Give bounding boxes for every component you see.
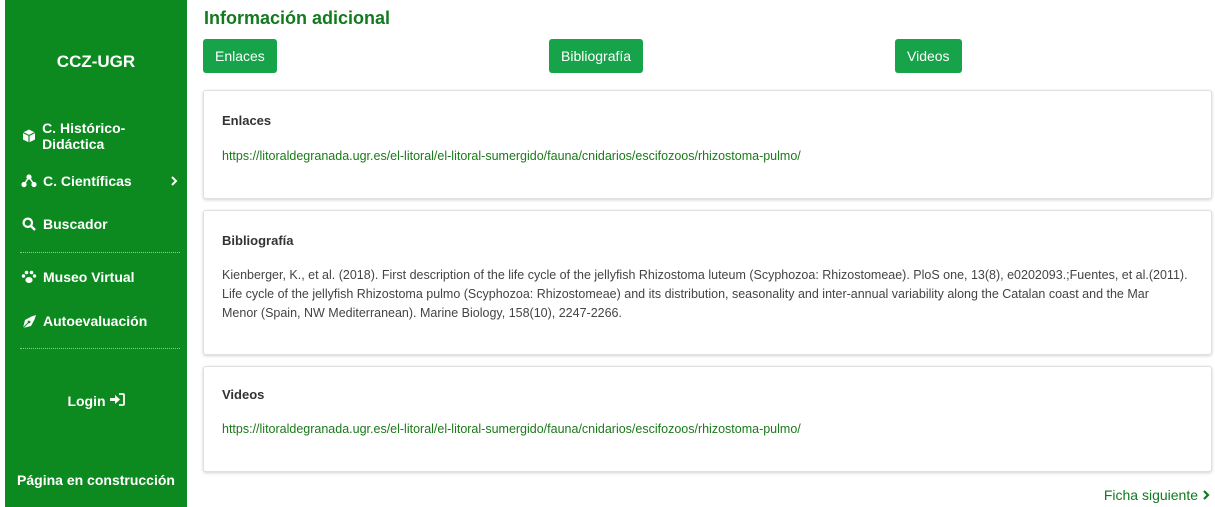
sidebar-item-buscador[interactable]: Buscador bbox=[20, 213, 180, 235]
sidebar-item-label: Autoevaluación bbox=[43, 313, 148, 329]
bibliografia-text: Kienberger, K., et al. (2018). First des… bbox=[222, 266, 1197, 323]
sidebar: CCZ-UGR C. Histórico-Didáctica C. Cientí… bbox=[5, 0, 187, 507]
sidebar-item-label: Museo Virtual bbox=[43, 269, 135, 285]
videos-link[interactable]: https://litoraldegranada.ugr.es/el-litor… bbox=[222, 422, 801, 436]
enlaces-link[interactable]: https://litoraldegranada.ugr.es/el-litor… bbox=[222, 149, 801, 163]
videos-card: Videos https://litoraldegranada.ugr.es/e… bbox=[203, 366, 1212, 472]
page-title: Información adicional bbox=[204, 8, 391, 28]
sidebar-item-cientificas[interactable]: C. Científicas bbox=[20, 170, 180, 192]
login-link[interactable]: Login bbox=[5, 393, 187, 409]
bibliografia-line: Kienberger, K., et al. (2018). First des… bbox=[222, 268, 1188, 282]
sidebar-item-historico-didactica[interactable]: C. Histórico-Didáctica bbox=[20, 120, 180, 152]
hierarchy-icon bbox=[20, 173, 38, 189]
enlaces-heading: Enlaces bbox=[222, 113, 272, 128]
brand-title[interactable]: CCZ-UGR bbox=[5, 52, 187, 72]
enlaces-card: Enlaces https://litoraldegranada.ugr.es/… bbox=[203, 90, 1212, 199]
sidebar-item-label: C. Histórico-Didáctica bbox=[42, 120, 126, 152]
sidebar-item-label: Buscador bbox=[43, 216, 108, 232]
bibliografia-heading: Bibliografía bbox=[222, 233, 294, 248]
login-label: Login bbox=[67, 393, 106, 409]
bibliografia-card: Bibliografía Kienberger, K., et al. (201… bbox=[203, 210, 1212, 355]
sidebar-item-autoevaluacion[interactable]: Autoevaluación bbox=[20, 310, 180, 332]
bibliografia-line: Menor (Spain, NW Mediterranean). Marine … bbox=[222, 306, 622, 320]
tab-enlaces[interactable]: Enlaces bbox=[203, 39, 277, 73]
box-icon bbox=[20, 128, 37, 144]
pen-nib-icon bbox=[20, 313, 38, 329]
next-record-link[interactable]: Ficha siguiente bbox=[1104, 487, 1210, 503]
bibliografia-line: Life cycle of the jellyfish Rhizostoma p… bbox=[222, 287, 1149, 301]
tab-videos[interactable]: Videos bbox=[895, 39, 962, 73]
chevron-right-icon bbox=[170, 173, 178, 189]
sidebar-divider bbox=[20, 252, 180, 253]
sidebar-item-label: C. Científicas bbox=[43, 173, 132, 189]
chevron-right-icon bbox=[1202, 487, 1210, 503]
sidebar-item-museo-virtual[interactable]: Museo Virtual bbox=[20, 266, 180, 288]
next-record-label: Ficha siguiente bbox=[1103, 487, 1198, 503]
search-icon bbox=[20, 216, 38, 232]
construction-note: Página en construcción bbox=[17, 472, 175, 488]
videos-heading: Videos bbox=[222, 387, 265, 402]
sign-in-icon bbox=[109, 393, 125, 409]
sidebar-divider bbox=[20, 348, 180, 349]
paw-icon bbox=[20, 269, 38, 285]
tab-bibliografia[interactable]: Bibliografía bbox=[549, 39, 644, 73]
